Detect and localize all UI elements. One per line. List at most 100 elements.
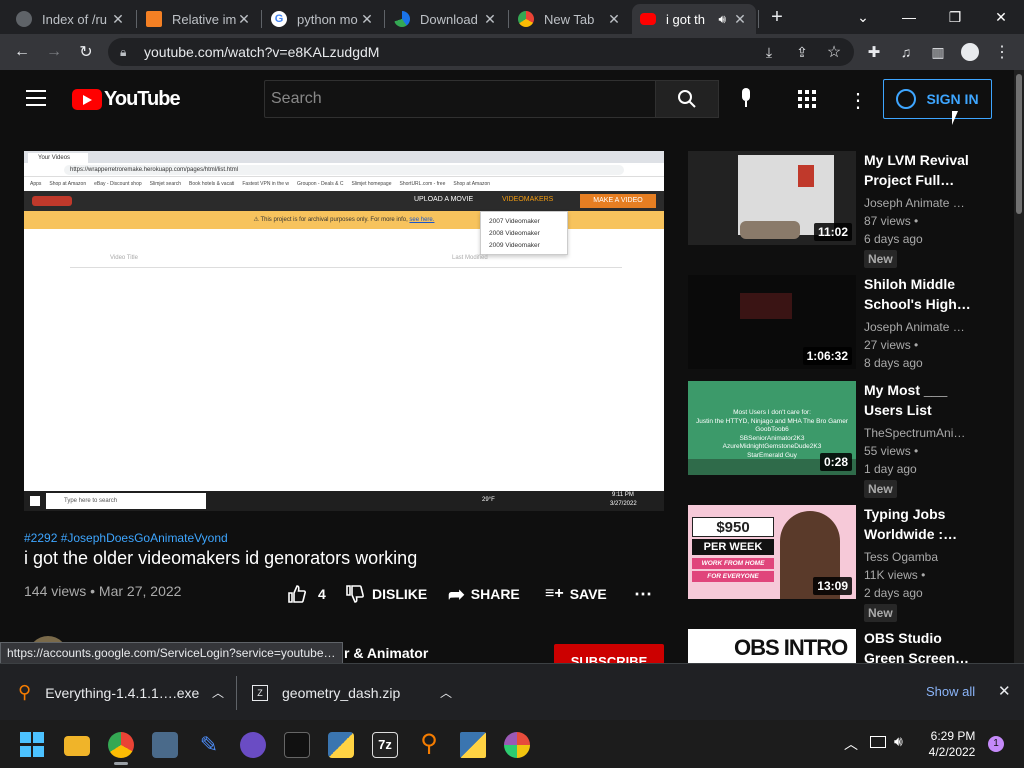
remote-desktop-icon[interactable]: [152, 732, 178, 758]
microphone-icon[interactable]: [736, 88, 756, 110]
pen-app-icon[interactable]: ✎: [196, 732, 222, 758]
volume-icon[interactable]: 🔊︎: [894, 733, 903, 750]
media-app-icon[interactable]: [240, 732, 266, 758]
video-player[interactable]: Your Videos https://wrapperretroremake.h…: [24, 151, 664, 511]
sidebar-channel[interactable]: Tess Ogamba: [864, 550, 938, 564]
back-button[interactable]: ←: [10, 40, 34, 64]
download-item[interactable]: ⚲ Everything-1.4.1.1….exe ︿: [18, 664, 236, 721]
clock-date[interactable]: 4/2/2022: [924, 745, 980, 759]
close-icon[interactable]: ✕: [482, 11, 498, 28]
video-duration: 11:02: [813, 223, 852, 241]
tab-new-tab[interactable]: New Tab ✕: [510, 4, 630, 34]
thumb-line: Most Users I don't care for:: [733, 409, 811, 416]
banner-text: ⚠ This project is for archival purposes …: [253, 217, 408, 223]
close-icon[interactable]: ✕: [359, 11, 375, 28]
sidebar-thumbnail[interactable]: Most Users I don't care for: Justin the …: [688, 381, 856, 475]
sign-in-label: SIGN IN: [926, 91, 979, 107]
sidebar-video-title[interactable]: Shiloh Middle School's High…: [864, 274, 974, 314]
embedded-bookmarks: Apps Shop at Amazon eBay - Discount shop…: [24, 178, 664, 190]
thumb-price: $950: [692, 517, 774, 537]
subscribe-button[interactable]: SUBSCRIBE: [554, 644, 664, 663]
extensions-icon[interactable]: ✚: [862, 40, 886, 64]
close-icon[interactable]: ✕: [732, 11, 748, 28]
chrome-taskbar-icon[interactable]: [108, 732, 134, 758]
tab-relative-imports[interactable]: Relative im ✕: [138, 4, 260, 34]
like-button[interactable]: 4: [286, 580, 326, 608]
python-file-icon[interactable]: [460, 732, 486, 758]
tab-youtube-active[interactable]: i got th 🔊︎ ✕: [632, 4, 756, 34]
sidebar-thumbnail[interactable]: 11:02: [688, 151, 856, 245]
more-actions-icon[interactable]: ⋯: [634, 580, 652, 608]
show-all-downloads[interactable]: Show all: [926, 684, 975, 699]
video-views-date: 144 views • Mar 27, 2022: [24, 583, 182, 599]
install-app-icon[interactable]: ⤓: [757, 40, 781, 64]
sidebar-thumbnail[interactable]: OBS INTRO: [688, 629, 856, 663]
embedded-search: Type here to search: [46, 493, 206, 509]
sidebar-video-title[interactable]: Typing Jobs Worldwide :…: [864, 504, 974, 544]
media-control-icon[interactable]: ♫: [894, 40, 918, 64]
terminal-icon[interactable]: [284, 732, 310, 758]
speaker-icon[interactable]: 🔊︎: [718, 12, 726, 27]
minimize-button[interactable]: —: [886, 0, 932, 34]
chrome-menu-icon[interactable]: ⋮: [990, 40, 1014, 64]
tray-chevron-up-icon[interactable]: ︿: [844, 734, 858, 754]
download-item[interactable]: Z geometry_dash.zip ︿: [252, 664, 468, 721]
hamburger-menu-icon[interactable]: [26, 90, 46, 106]
sidebar-channel[interactable]: TheSpectrumAni…: [864, 426, 965, 440]
profile-icon[interactable]: [958, 40, 982, 64]
notification-badge[interactable]: 1: [988, 736, 1004, 752]
close-download-shelf-icon[interactable]: ✕: [998, 682, 1011, 700]
youtube-logo[interactable]: YouTube: [72, 88, 181, 111]
tab-index[interactable]: Index of /ru ✕: [8, 4, 134, 34]
windows-start-icon[interactable]: [20, 732, 46, 758]
python-icon[interactable]: [328, 732, 354, 758]
share-button[interactable]: ➦ SHARE: [448, 580, 520, 608]
bookmark-star-icon[interactable]: ☆: [822, 40, 846, 64]
channel-name[interactable]: r & Animator: [344, 645, 428, 661]
everything-search-taskbar-icon[interactable]: ⚲: [416, 732, 442, 758]
sidebar-video-title[interactable]: My Most ___ Users List: [864, 380, 974, 420]
share-icon[interactable]: ⇪: [790, 40, 814, 64]
search-input[interactable]: Search: [264, 80, 656, 118]
address-bar[interactable]: 🔒︎ youtube.com/watch?v=e8KALzudgdM: [108, 38, 854, 66]
share-label: SHARE: [470, 586, 520, 602]
tab-python[interactable]: G python mo ✕: [263, 4, 383, 34]
new-tab-button[interactable]: +: [766, 6, 788, 28]
playlist-add-icon: ≡+: [545, 585, 564, 602]
video-hashtags[interactable]: #2292 #JosephDoesGoAnimateVyond: [24, 531, 228, 545]
restore-button[interactable]: ❐: [932, 0, 978, 34]
file-explorer-icon[interactable]: [64, 736, 90, 756]
sidebar-channel[interactable]: Joseph Animate …: [864, 320, 965, 334]
video-duration: 0:28: [819, 453, 852, 471]
close-window-button[interactable]: ✕: [978, 0, 1024, 34]
settings-more-icon[interactable]: ⋮: [848, 88, 868, 113]
clock-time[interactable]: 6:29 PM: [928, 729, 978, 743]
side-panel-icon[interactable]: ▥: [926, 40, 950, 64]
sidebar-video-title[interactable]: OBS Studio Green Screen…: [864, 628, 974, 668]
7zip-icon[interactable]: 7z: [372, 732, 398, 758]
close-icon[interactable]: ✕: [236, 11, 252, 28]
url-text: youtube.com/watch?v=e8KALzudgdM: [144, 44, 380, 60]
network-icon[interactable]: [870, 736, 886, 748]
save-button[interactable]: ≡+ SAVE: [545, 580, 607, 608]
forward-button[interactable]: →: [42, 40, 66, 64]
reload-button[interactable]: ↻: [74, 40, 98, 64]
sign-in-button[interactable]: SIGN IN: [883, 79, 992, 119]
sidebar-thumbnail[interactable]: 1:06:32: [688, 275, 856, 369]
close-icon[interactable]: ✕: [110, 11, 126, 28]
color-app-icon[interactable]: [504, 732, 530, 758]
sidebar-channel[interactable]: Joseph Animate …: [864, 196, 965, 210]
dislike-button[interactable]: DISLIKE: [344, 580, 427, 608]
sidebar-thumbnail[interactable]: $950 PER WEEK WORK FROM HOME FOR EVERYON…: [688, 505, 856, 599]
tab-search-icon[interactable]: ⌄: [840, 0, 886, 34]
tab-download[interactable]: Download ✕: [386, 4, 506, 34]
apps-grid-icon[interactable]: [798, 90, 816, 108]
page-scrollbar[interactable]: [1014, 70, 1024, 663]
chevron-up-icon[interactable]: ︿: [440, 684, 452, 701]
sidebar-video-title[interactable]: My LVM Revival Project Full…: [864, 150, 974, 190]
close-icon[interactable]: ✕: [606, 11, 622, 28]
tab-strip: Index of /ru ✕ Relative im ✕ G python mo…: [0, 0, 1024, 34]
search-button[interactable]: [655, 80, 719, 118]
video-duration: 1:06:32: [802, 347, 852, 365]
chevron-up-icon[interactable]: ︿: [212, 684, 224, 701]
